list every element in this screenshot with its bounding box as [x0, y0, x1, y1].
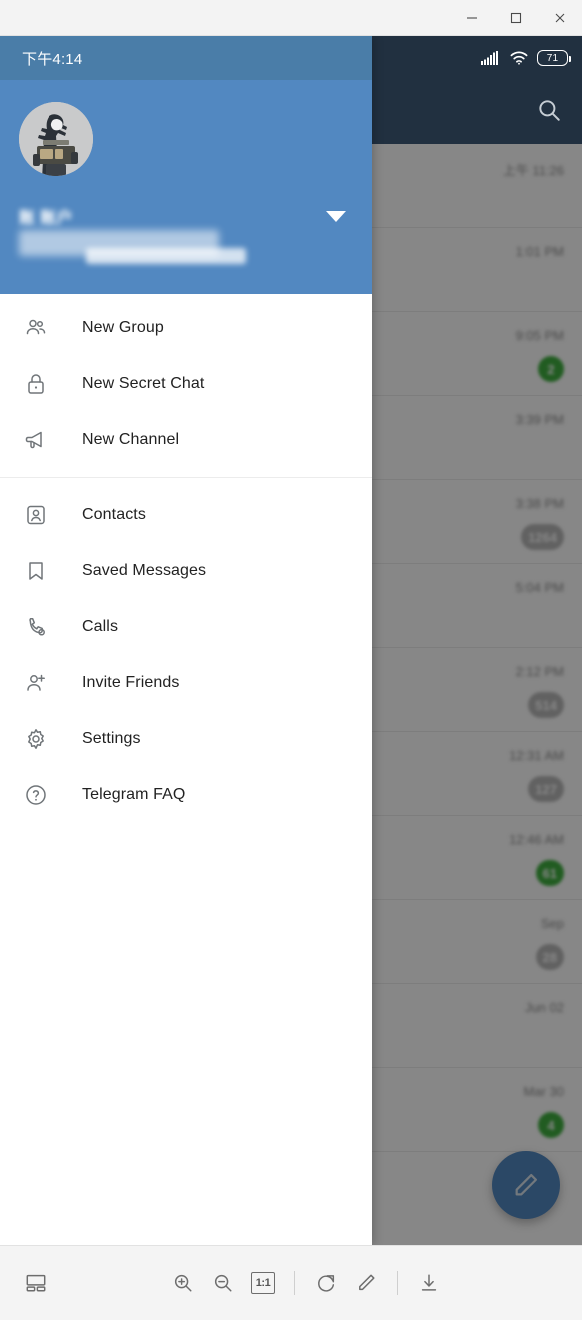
question-circle-icon — [22, 783, 50, 807]
search-icon[interactable] — [536, 97, 562, 128]
menu-item-telegram-faq[interactable]: Telegram FAQ — [0, 767, 372, 823]
status-bar-clock: 下午4:14 — [22, 50, 83, 68]
viewer-window: 上午 11:26伦语1:01 PM滿平畅能上特朗的好手9:05 PM23:39 … — [0, 0, 582, 1320]
menu-group-new: New Group New Secret Chat New Channel — [0, 300, 372, 468]
navigation-drawer: 下午4:14 账 账户 New Group New Secret Chat Ne… — [0, 36, 372, 1245]
menu-item-label: Telegram FAQ — [82, 786, 186, 803]
menu-item-new-group[interactable]: New Group — [0, 300, 372, 356]
cellular-signal-icon — [481, 51, 501, 65]
person-add-icon — [22, 671, 50, 695]
menu-item-label: New Group — [82, 319, 164, 336]
drawer-account-header[interactable]: 账 账户 — [0, 80, 372, 294]
menu-item-label: Contacts — [82, 506, 146, 523]
menu-item-new-channel[interactable]: New Channel — [0, 412, 372, 468]
account-phone-redacted-2 — [86, 248, 246, 264]
menu-item-label: Settings — [82, 730, 141, 747]
menu-item-settings[interactable]: Settings — [0, 711, 372, 767]
pencil-edit-icon[interactable] — [348, 1265, 384, 1301]
toolbar-divider-2 — [397, 1271, 398, 1295]
toolbar-divider — [294, 1271, 295, 1295]
title-bar — [0, 0, 582, 36]
bookmark-icon — [22, 559, 50, 583]
rotate-clockwise-icon[interactable] — [308, 1265, 344, 1301]
zoom-out-icon[interactable] — [205, 1265, 241, 1301]
menu-item-label: New Secret Chat — [82, 375, 205, 392]
menu-item-label: New Channel — [82, 431, 180, 448]
lock-icon — [22, 372, 50, 396]
zoom-in-icon[interactable] — [165, 1265, 201, 1301]
menu-item-new-secret-chat[interactable]: New Secret Chat — [0, 356, 372, 412]
minimize-button[interactable] — [450, 0, 494, 35]
user-avatar-image — [19, 102, 93, 176]
battery-level: 71 — [546, 52, 559, 64]
drawer-menu: New Group New Secret Chat New Channel Co… — [0, 294, 372, 1245]
download-icon[interactable] — [411, 1265, 447, 1301]
menu-item-saved-messages[interactable]: Saved Messages — [0, 543, 372, 599]
drawer-status-bar: 下午4:14 — [0, 36, 372, 80]
close-button[interactable] — [538, 0, 582, 35]
menu-item-contacts[interactable]: Contacts — [0, 487, 372, 543]
gear-icon — [22, 727, 50, 751]
battery-icon: 71 — [537, 50, 571, 66]
actual-size-label: 1:1 — [251, 1272, 275, 1294]
menu-item-invite-friends[interactable]: Invite Friends — [0, 655, 372, 711]
menu-item-label: Saved Messages — [82, 562, 207, 579]
toolbar-left-group — [0, 1265, 165, 1301]
menu-item-calls[interactable]: Calls — [0, 599, 372, 655]
account-name: 账 账户 — [19, 210, 74, 227]
avatar[interactable] — [19, 102, 93, 176]
contact-card-icon — [22, 503, 50, 527]
menu-divider — [0, 477, 372, 478]
menu-group-main: Contacts Saved Messages Calls Invite Fri… — [0, 487, 372, 823]
actual-size-button[interactable]: 1:1 — [245, 1265, 281, 1301]
toolbar-center-group: 1:1 — [165, 1265, 447, 1301]
megaphone-icon — [22, 428, 50, 452]
phone-screenshot: 上午 11:26伦语1:01 PM滿平畅能上特朗的好手9:05 PM23:39 … — [0, 36, 582, 1245]
maximize-button[interactable] — [494, 0, 538, 35]
phone-icon — [22, 615, 50, 639]
viewer-toolbar: 1:1 — [0, 1245, 582, 1320]
people-group-icon — [22, 316, 50, 340]
wifi-icon — [510, 51, 528, 65]
menu-item-label: Invite Friends — [82, 674, 180, 691]
chevron-down-icon[interactable] — [326, 210, 346, 228]
menu-item-label: Calls — [82, 618, 119, 635]
panel-layout-icon[interactable] — [18, 1265, 54, 1301]
